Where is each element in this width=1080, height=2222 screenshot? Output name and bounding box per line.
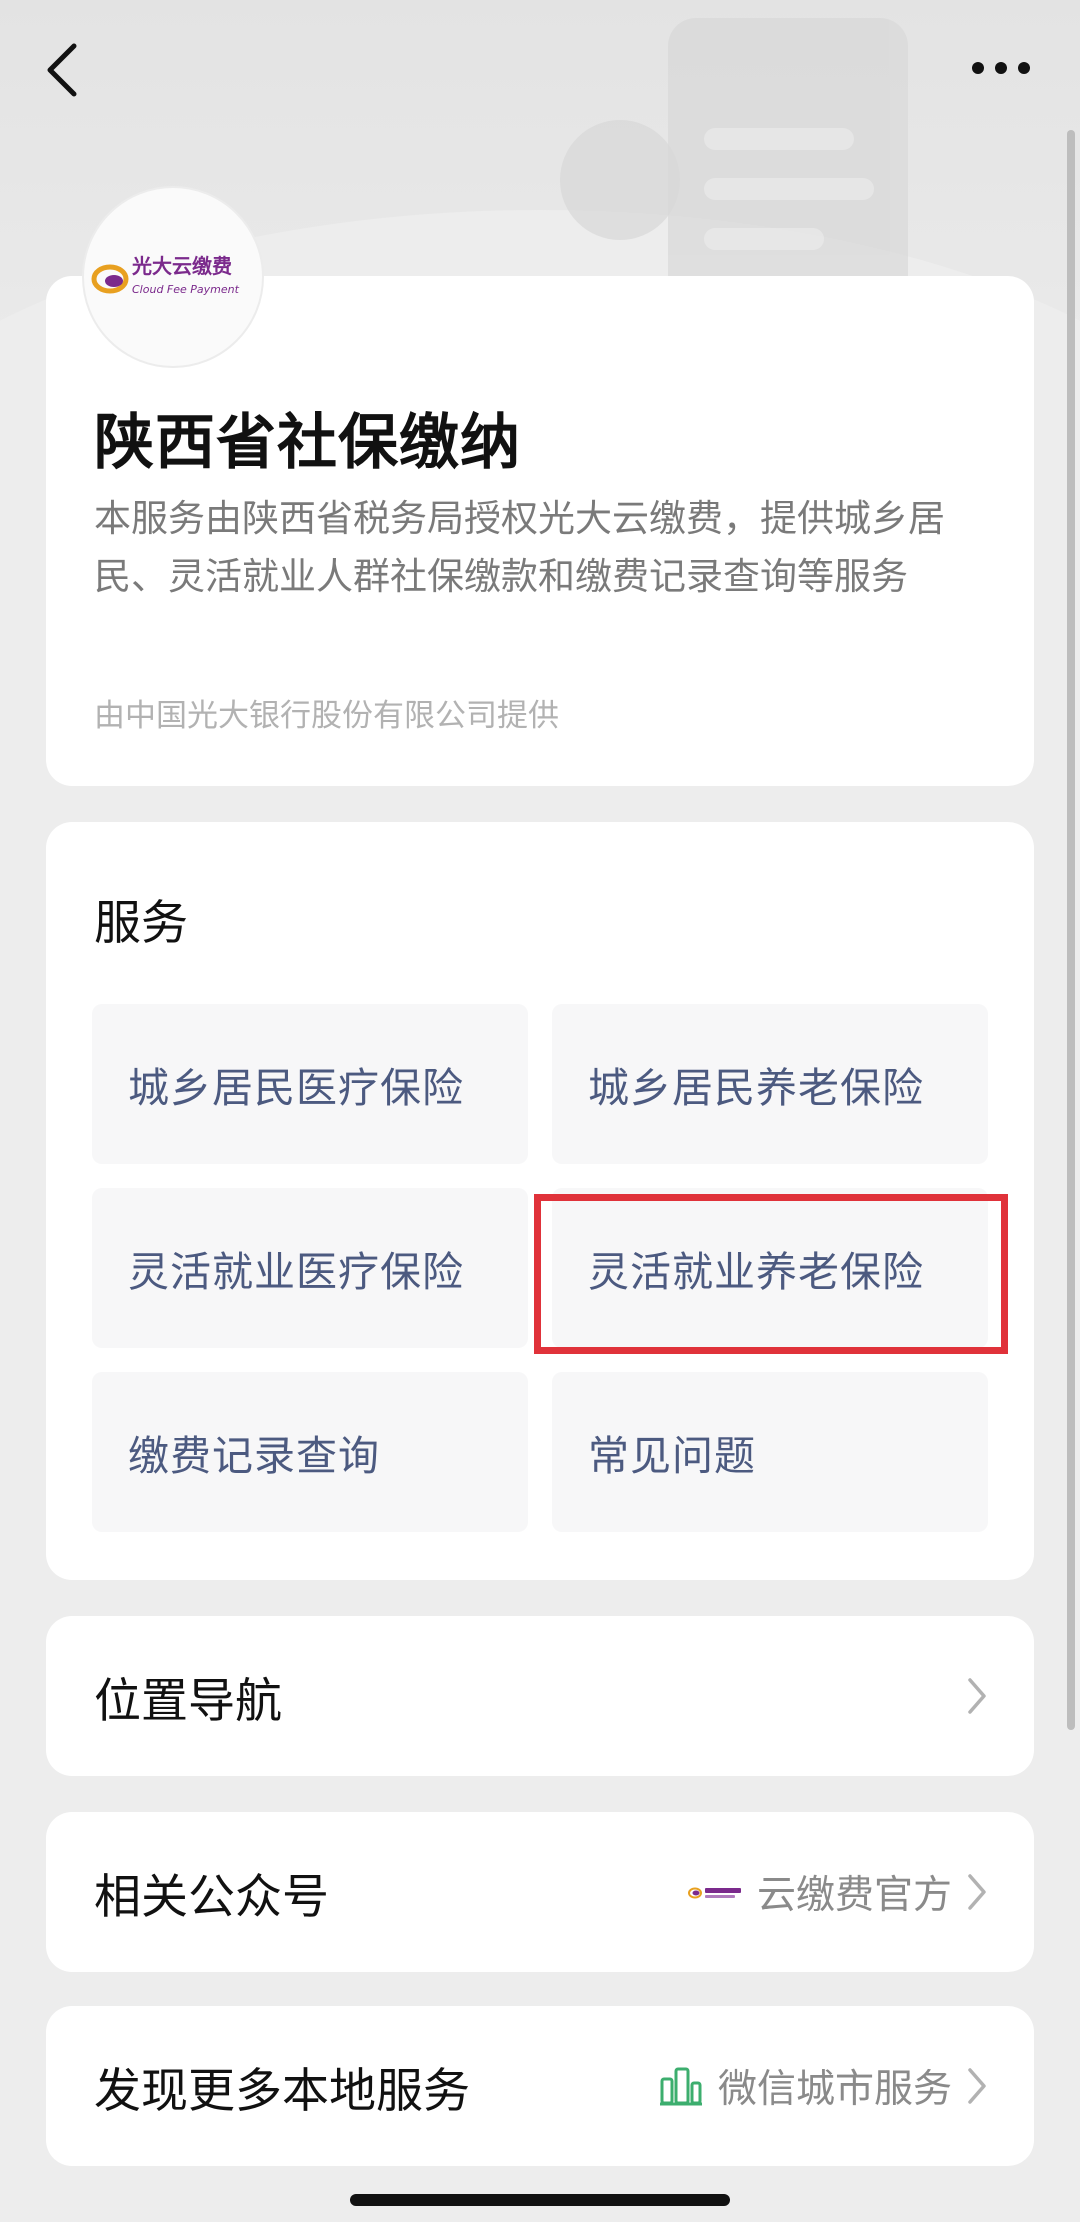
more-options-button[interactable] xyxy=(966,48,1036,88)
related-account-value: 云缴费官方 xyxy=(756,1873,952,1918)
service-label: 缴费记录查询 xyxy=(128,1432,380,1480)
service-flexible-pension-insurance[interactable]: 灵活就业养老保险 xyxy=(552,1188,988,1348)
more-services-value: 微信城市服务 xyxy=(717,2067,952,2112)
city-services-icon xyxy=(659,2067,702,2106)
related-account-label: 相关公众号 xyxy=(94,1869,329,1925)
scrollbar[interactable] xyxy=(1067,130,1075,1730)
services-section-title: 服务 xyxy=(94,896,188,951)
more-local-services-label: 发现更多本地服务 xyxy=(94,2063,470,2119)
cloud-fee-payment-logo-icon: 光大云缴费 Cloud Fee Payment xyxy=(91,254,240,296)
logo-cn-text: 光大云缴费 xyxy=(131,254,232,278)
back-arrow-icon xyxy=(47,43,77,97)
location-navigation-row[interactable]: 位置导航 xyxy=(46,1616,1034,1776)
page-title: 陕西省社保缴纳 xyxy=(94,408,521,478)
services-card: 服务 城乡居民医疗保险 城乡居民养老保险 灵活就业医疗保险 灵活就业养老保险 缴… xyxy=(46,822,1034,1580)
service-label: 常见问题 xyxy=(588,1432,756,1480)
more-dots-icon xyxy=(972,62,1030,74)
service-rural-medical-insurance[interactable]: 城乡居民医疗保险 xyxy=(92,1004,528,1164)
back-button[interactable] xyxy=(40,40,90,100)
service-flexible-medical-insurance[interactable]: 灵活就业医疗保险 xyxy=(92,1188,528,1348)
chevron-right-icon xyxy=(968,1874,986,1910)
location-navigation-label: 位置导航 xyxy=(94,1673,282,1729)
service-payment-records[interactable]: 缴费记录查询 xyxy=(92,1372,528,1532)
service-rural-pension-insurance[interactable]: 城乡居民养老保险 xyxy=(552,1004,988,1164)
service-label: 城乡居民养老保险 xyxy=(588,1064,924,1112)
cloud-fee-mini-logo-icon xyxy=(687,1887,741,1899)
logo-en-text: Cloud Fee Payment xyxy=(132,283,240,296)
service-label: 灵活就业养老保险 xyxy=(588,1248,924,1296)
more-local-services-row[interactable]: 发现更多本地服务 微信城市服务 xyxy=(46,2006,1034,2166)
service-logo: 光大云缴费 Cloud Fee Payment xyxy=(82,186,264,368)
provider-text: 由中国光大银行股份有限公司提供 xyxy=(94,698,559,734)
home-indicator[interactable] xyxy=(350,2194,730,2206)
related-official-account-row[interactable]: 相关公众号 云缴费官方 xyxy=(46,1812,1034,1972)
service-label: 城乡居民医疗保险 xyxy=(128,1064,464,1112)
background-person-decoration xyxy=(560,120,680,240)
chevron-right-icon xyxy=(968,1678,986,1714)
service-label: 灵活就业医疗保险 xyxy=(128,1248,464,1296)
service-description: 本服务由陕西省税务局授权光大云缴费，提供城乡居民、灵活就业人群社保缴款和缴费记录… xyxy=(94,497,945,598)
service-faq[interactable]: 常见问题 xyxy=(552,1372,988,1532)
chevron-right-icon xyxy=(968,2068,986,2104)
